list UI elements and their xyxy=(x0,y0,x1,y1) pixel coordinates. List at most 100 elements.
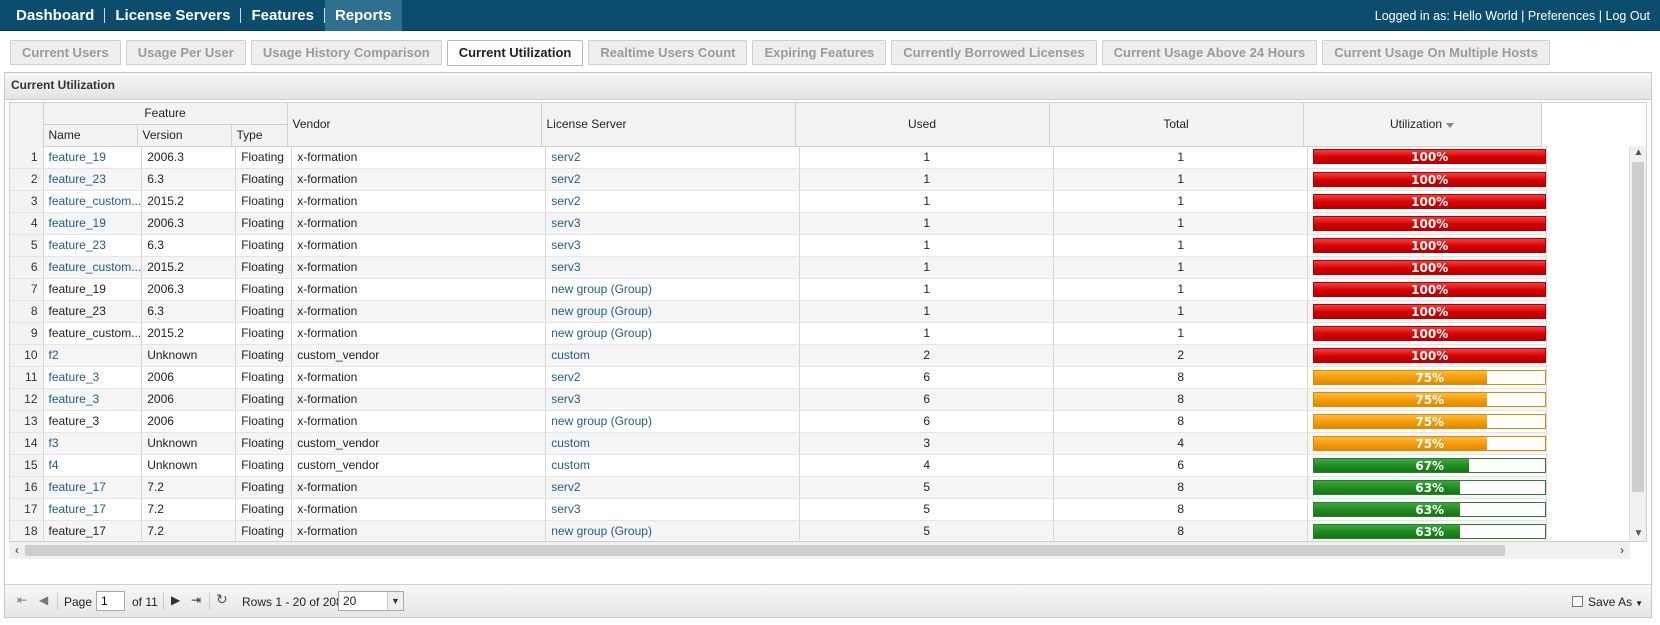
table-row[interactable]: 11 feature_3 2006 Floating x-formation serv2 6… xyxy=(10,366,1548,389)
license-server-cell[interactable]: serv3 xyxy=(545,234,801,257)
tab-expiring-features[interactable]: Expiring Features xyxy=(752,40,887,65)
refresh-icon[interactable]: ↻ xyxy=(216,591,228,608)
license-server-cell[interactable]: custom xyxy=(545,344,801,367)
nav-license-servers[interactable]: License Servers xyxy=(105,0,240,31)
feature-name-cell[interactable]: feature_3 xyxy=(43,388,143,411)
utilization-header-label: Utilization xyxy=(1389,117,1443,132)
table-row[interactable]: 18 feature_17 7.2 Floating x-formation new gr… xyxy=(10,520,1548,541)
version-cell: 2006.3 xyxy=(141,146,237,169)
table-row[interactable]: 8 feature_23 6.3 Floating x-formation new gro… xyxy=(10,300,1548,323)
license-server-header[interactable]: License Server xyxy=(541,103,796,147)
tab-currently-borrowed-licenses[interactable]: Currently Borrowed Licenses xyxy=(891,40,1097,65)
license-server-cell[interactable]: serv2 xyxy=(545,190,801,213)
page-number-input[interactable] xyxy=(96,591,125,611)
feature-name-cell[interactable]: f4 xyxy=(43,454,143,477)
table-row[interactable]: 12 feature_3 2006 Floating x-formation serv3 6… xyxy=(10,388,1548,411)
save-as-button[interactable]: Save As ▼ xyxy=(1572,595,1643,609)
scroll-right-icon[interactable]: › xyxy=(1614,542,1630,559)
license-server-cell[interactable]: serv2 xyxy=(545,146,801,169)
table-row[interactable]: 1 feature_19 2006.3 Floating x-formation serv… xyxy=(10,146,1548,169)
utilization-cell: 67% xyxy=(1307,454,1548,477)
table-row[interactable]: 15 f4 Unknown Floating custom_vendor custom 4 6… xyxy=(10,454,1548,477)
last-page-icon[interactable]: ⇥ xyxy=(191,593,201,607)
table-row[interactable]: 7 feature_19 2006.3 Floating x-formation new … xyxy=(10,278,1548,301)
scroll-left-icon[interactable]: ‹ xyxy=(9,542,25,559)
utilization-label: 100% xyxy=(1411,326,1449,341)
license-server-cell[interactable]: custom xyxy=(545,454,801,477)
page-size-select[interactable]: 20 ▼ xyxy=(338,591,404,611)
license-server-cell[interactable]: new group (Group) xyxy=(545,322,801,345)
horizontal-scrollbar[interactable]: ‹ › xyxy=(9,542,1630,559)
type-cell: Floating xyxy=(235,454,293,477)
used-cell: 6 xyxy=(799,366,1055,389)
table-row[interactable]: 6 feature_custom... 2015.2 Floating x-format… xyxy=(10,256,1548,279)
utilization-label: 75% xyxy=(1415,370,1445,385)
table-row[interactable]: 5 feature_23 6.3 Floating x-formation serv3 1 1… xyxy=(10,234,1548,257)
next-page-icon[interactable]: ▶ xyxy=(171,593,180,607)
horizontal-scroll-thumb[interactable] xyxy=(25,545,1505,556)
tab-current-usage-above-24-hours[interactable]: Current Usage Above 24 Hours xyxy=(1101,40,1318,65)
tab-usage-history-comparison[interactable]: Usage History Comparison xyxy=(250,40,442,65)
table-row[interactable]: 14 f3 Unknown Floating custom_vendor custom 3 4… xyxy=(10,432,1548,455)
prev-page-icon[interactable]: ◀ xyxy=(39,593,48,607)
feature-name-cell[interactable]: feature_17 xyxy=(43,498,143,521)
pager: ⇤ ◀ Page of 11 ▶ ⇥ ↻ Rows 1 - 20 of 208 … xyxy=(5,584,1651,617)
license-server-cell[interactable]: serv3 xyxy=(545,388,801,411)
license-server-cell[interactable]: new group (Group) xyxy=(545,278,801,301)
license-server-cell[interactable]: custom xyxy=(545,432,801,455)
table-row[interactable]: 16 feature_17 7.2 Floating x-formation serv2 5… xyxy=(10,476,1548,499)
scroll-up-icon[interactable]: ▲ xyxy=(1630,146,1646,160)
feature-name-cell[interactable]: feature_23 xyxy=(43,168,143,191)
table-row[interactable]: 3 feature_custom... 2015.2 Floating x-format… xyxy=(10,190,1548,213)
tab-current-users[interactable]: Current Users xyxy=(10,40,121,65)
type-header[interactable]: Type xyxy=(231,124,288,147)
scroll-down-icon[interactable]: ▼ xyxy=(1630,527,1646,541)
type-cell: Floating xyxy=(235,498,293,521)
vertical-scrollbar[interactable]: ▲ ▼ xyxy=(1629,146,1646,541)
feature-name-cell[interactable]: feature_23 xyxy=(43,234,143,257)
feature-name-cell[interactable]: feature_3 xyxy=(43,366,143,389)
tab-realtime-users-count[interactable]: Realtime Users Count xyxy=(588,40,748,65)
license-server-cell[interactable]: new group (Group) xyxy=(545,300,801,323)
feature-name-cell[interactable]: feature_17 xyxy=(43,476,143,499)
license-server-cell[interactable]: serv2 xyxy=(545,366,801,389)
feature-name-cell[interactable]: f3 xyxy=(43,432,143,455)
license-server-cell[interactable]: serv3 xyxy=(545,256,801,279)
feature-name-cell[interactable]: f2 xyxy=(43,344,143,367)
table-row[interactable]: 9 feature_custom... 2015.2 Floating x-format… xyxy=(10,322,1548,345)
license-server-cell[interactable]: serv2 xyxy=(545,476,801,499)
tab-current-utilization[interactable]: Current Utilization xyxy=(446,40,584,66)
license-server-cell[interactable]: new group (Group) xyxy=(545,410,801,433)
feature-name-cell[interactable]: feature_19 xyxy=(43,212,143,235)
vendor-header[interactable]: Vendor xyxy=(287,103,542,147)
utilization-cell: 100% xyxy=(1307,190,1548,213)
table-row[interactable]: 13 feature_3 2006 Floating x-formation new gr… xyxy=(10,410,1548,433)
name-header[interactable]: Name xyxy=(43,124,138,147)
used-header[interactable]: Used xyxy=(795,103,1050,147)
feature-name-cell[interactable]: feature_custom... xyxy=(43,256,143,279)
version-cell: 6.3 xyxy=(141,168,237,191)
license-server-cell[interactable]: serv3 xyxy=(545,498,801,521)
license-server-cell[interactable]: serv2 xyxy=(545,168,801,191)
tab-current-usage-on-multiple-hosts[interactable]: Current Usage On Multiple Hosts xyxy=(1322,40,1550,65)
utilization-header[interactable]: Utilization xyxy=(1303,103,1542,147)
vertical-scroll-thumb[interactable] xyxy=(1632,162,1644,492)
table-row[interactable]: 2 feature_23 6.3 Floating x-formation serv2 1 1… xyxy=(10,168,1548,191)
feature-name-cell[interactable]: feature_19 xyxy=(43,146,143,169)
license-server-cell[interactable]: new group (Group) xyxy=(545,520,801,541)
table-row[interactable]: 4 feature_19 2006.3 Floating x-formation serv… xyxy=(10,212,1548,235)
nav-reports[interactable]: Reports xyxy=(324,0,402,31)
logout-link[interactable]: Log Out xyxy=(1606,9,1650,23)
license-server-cell[interactable]: serv3 xyxy=(545,212,801,235)
table-row[interactable]: 10 f2 Unknown Floating custom_vendor custom 2 2… xyxy=(10,344,1548,367)
table-row[interactable]: 17 feature_17 7.2 Floating x-formation serv3 5… xyxy=(10,498,1548,521)
chevron-down-icon[interactable]: ▼ xyxy=(387,592,403,610)
total-header[interactable]: Total xyxy=(1049,103,1304,147)
preferences-link[interactable]: Preferences xyxy=(1528,9,1595,23)
nav-features[interactable]: Features xyxy=(241,0,324,31)
first-page-icon[interactable]: ⇤ xyxy=(17,593,27,607)
version-header[interactable]: Version xyxy=(137,124,232,147)
feature-name-cell[interactable]: feature_custom... xyxy=(43,190,143,213)
tab-usage-per-user[interactable]: Usage Per User xyxy=(125,40,246,65)
nav-dashboard[interactable]: Dashboard xyxy=(6,0,104,31)
